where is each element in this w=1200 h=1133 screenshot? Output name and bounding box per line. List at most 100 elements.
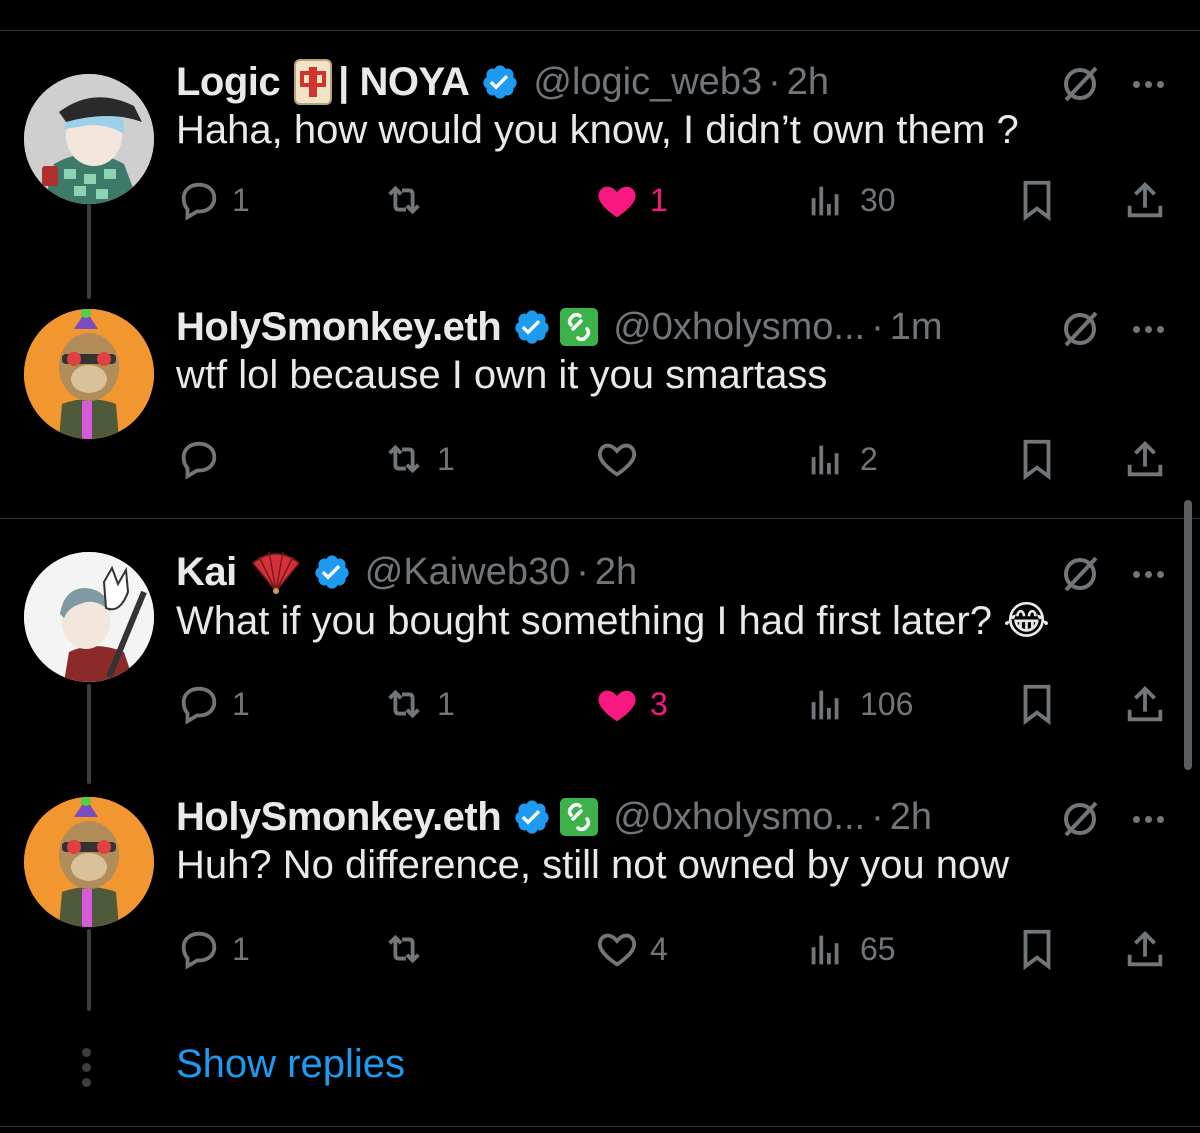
tweet-header: HolySmonkey.eth @0xholysmo... · 1m <box>176 299 1116 355</box>
more-options-icon[interactable] <box>1126 307 1170 351</box>
tweet-actions: 1 1 30 <box>176 172 1176 228</box>
tweet-text: Haha, how would you know, I didn’t own t… <box>176 108 1019 152</box>
heart-filled-icon <box>598 690 636 722</box>
timestamp[interactable]: 2h <box>595 551 637 594</box>
like-count: 1 <box>650 181 668 218</box>
timestamp[interactable]: 2h <box>787 61 829 104</box>
share-icon <box>1127 181 1163 218</box>
share-button[interactable] <box>1122 172 1168 228</box>
views-button[interactable]: 30 <box>804 172 896 228</box>
folding-fan-emoji <box>251 549 301 595</box>
reply-button[interactable]: 1 <box>176 676 250 732</box>
display-name-suffix: | NOYA <box>338 59 470 104</box>
reply-count: 1 <box>232 930 250 967</box>
share-icon <box>1127 685 1163 722</box>
view-count: 106 <box>860 685 914 722</box>
like-button[interactable]: 4 <box>594 921 668 977</box>
verified-icon <box>515 800 549 834</box>
retweet-icon <box>388 444 420 474</box>
view-count: 2 <box>860 440 878 477</box>
bookmark-button[interactable] <box>1014 676 1060 732</box>
like-button[interactable]: 3 <box>594 676 668 732</box>
retweet-button[interactable]: 1 <box>381 431 455 487</box>
view-count: 30 <box>860 181 896 218</box>
display-name[interactable]: Kai <box>176 550 237 595</box>
grok-icon[interactable] <box>1058 307 1102 351</box>
reply-button[interactable]: 1 <box>176 172 250 228</box>
share-button[interactable] <box>1122 431 1168 487</box>
show-replies-link[interactable]: Show replies <box>176 1042 405 1087</box>
tweet-1[interactable]: Logic | NOYA @logic_web3 · 2h Haha, how … <box>0 54 1200 299</box>
tweet-actions: 1 4 65 <box>176 921 1176 977</box>
handle[interactable]: @0xholysmo... <box>613 796 865 839</box>
like-button[interactable]: 1 <box>594 172 668 228</box>
views-icon <box>811 186 839 216</box>
handle[interactable]: @0xholysmo... <box>613 306 865 349</box>
more-options-icon[interactable] <box>1126 552 1170 596</box>
avatar[interactable] <box>24 797 154 927</box>
bookmark-icon <box>1023 439 1051 481</box>
bookmark-icon <box>1023 180 1051 222</box>
reply-count: 1 <box>232 181 250 218</box>
like-count: 3 <box>650 685 668 722</box>
views-icon <box>811 445 839 475</box>
reply-button[interactable]: 1 <box>176 921 250 977</box>
bookmark-icon <box>1023 684 1051 726</box>
timestamp[interactable]: 2h <box>890 796 932 839</box>
retweet-count: 1 <box>437 685 455 722</box>
verified-badge <box>481 63 519 101</box>
views-icon <box>811 690 839 720</box>
more-options-icon[interactable] <box>1126 797 1170 841</box>
retweet-button[interactable] <box>381 172 437 228</box>
views-button[interactable]: 2 <box>804 431 878 487</box>
like-count: 4 <box>650 930 668 967</box>
folding-fan-icon <box>251 551 300 594</box>
mahjong-tile-icon <box>294 59 333 105</box>
more-options-icon[interactable] <box>1126 62 1170 106</box>
display-name[interactable]: HolySmonkey.eth <box>176 305 502 350</box>
bookmark-button[interactable] <box>1014 172 1060 228</box>
tweet-header: HolySmonkey.eth @0xholysmo... · 2h <box>176 789 1116 845</box>
verified-icon <box>315 555 349 589</box>
scrollbar[interactable] <box>1184 500 1192 770</box>
display-name[interactable]: Logic <box>176 60 281 105</box>
link-badge-icon <box>559 307 599 347</box>
grok-icon[interactable] <box>1058 62 1102 106</box>
avatar[interactable] <box>24 552 154 682</box>
tweet-header: Logic | NOYA @logic_web3 · 2h <box>176 54 1116 110</box>
ape-avatar <box>24 797 154 927</box>
avatar[interactable] <box>24 74 154 204</box>
tweet-3[interactable]: Kai @Kaiweb30 · 2h What if you bought so… <box>0 544 1200 784</box>
tweet-actions: 1 2 <box>176 431 1176 487</box>
grok-icon[interactable] <box>1058 797 1102 841</box>
reply-icon <box>181 441 217 480</box>
bookmark-button[interactable] <box>1014 431 1060 487</box>
tweet-2[interactable]: HolySmonkey.eth @0xholysmo... · 1m wtf l… <box>0 299 1200 499</box>
heart-icon <box>597 933 637 967</box>
grok-icon[interactable] <box>1058 552 1102 596</box>
reply-button[interactable] <box>176 431 232 487</box>
share-button[interactable] <box>1122 676 1168 732</box>
views-icon <box>811 935 839 965</box>
timestamp[interactable]: 1m <box>890 306 943 349</box>
avatar[interactable] <box>24 309 154 439</box>
views-button[interactable]: 106 <box>804 676 913 732</box>
thread-line <box>87 684 91 784</box>
separator: · <box>576 550 589 593</box>
tweet-4[interactable]: HolySmonkey.eth @0xholysmo... · 2h Huh? … <box>0 789 1200 1011</box>
share-icon <box>1127 440 1163 477</box>
thread-line <box>87 929 91 1011</box>
view-count: 65 <box>860 930 896 967</box>
display-name[interactable]: HolySmonkey.eth <box>176 795 502 840</box>
views-button[interactable]: 65 <box>804 921 896 977</box>
retweet-button[interactable] <box>381 921 437 977</box>
like-button[interactable] <box>594 431 650 487</box>
bookmark-button[interactable] <box>1014 921 1060 977</box>
top-divider <box>0 30 1200 31</box>
handle[interactable]: @logic_web3 <box>533 61 762 104</box>
verified-badge <box>513 308 551 346</box>
heart-icon <box>597 443 637 477</box>
share-button[interactable] <box>1122 921 1168 977</box>
retweet-button[interactable]: 1 <box>381 676 455 732</box>
handle[interactable]: @Kaiweb30 <box>365 551 570 594</box>
